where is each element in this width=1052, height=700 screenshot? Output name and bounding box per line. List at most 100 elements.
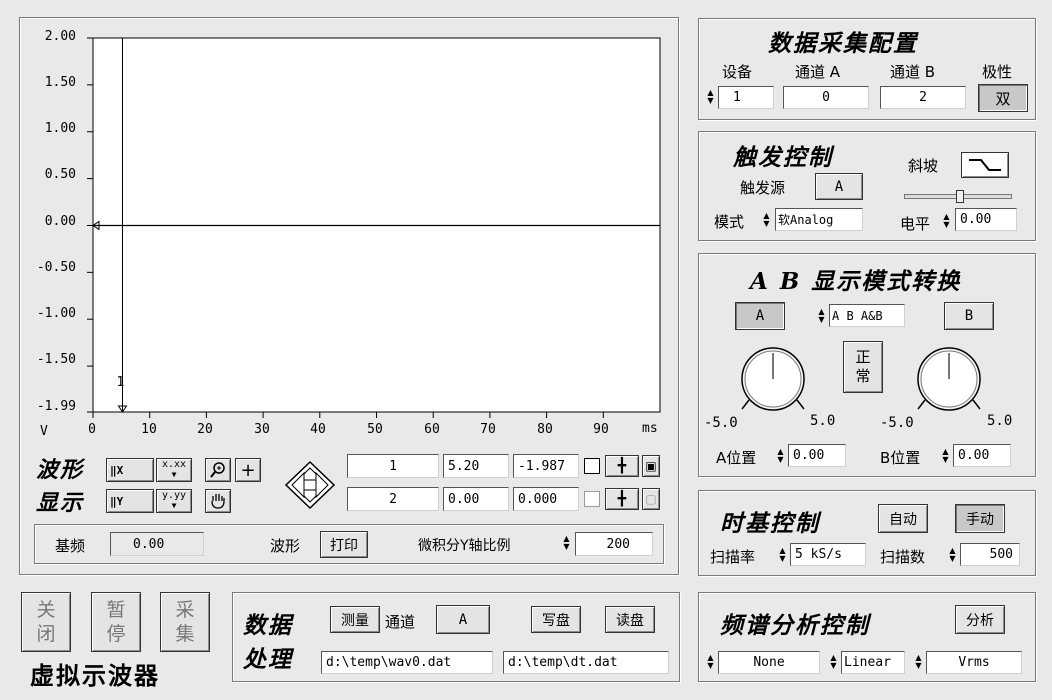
pan-button[interactable] xyxy=(205,489,231,513)
waveform-title-line2: 显示 xyxy=(36,490,85,516)
cursor-visible-checkbox[interactable] xyxy=(584,458,600,474)
ab-mode-spinner[interactable]: ▲ ▼ xyxy=(817,308,826,324)
zoom-button[interactable] xyxy=(205,458,231,482)
cursor-id-field[interactable]: 2 xyxy=(347,487,439,511)
slider-thumb[interactable] xyxy=(956,190,964,203)
trigger-level-slider[interactable] xyxy=(904,190,1012,204)
y-unit-label: V xyxy=(40,424,48,439)
chan-b-label: 通道 B xyxy=(890,63,936,81)
print-button[interactable]: 打印 xyxy=(320,531,368,558)
scale-type-spinner[interactable]: ▲ ▼ xyxy=(829,654,838,670)
wave-file-path[interactable]: d:\temp\wav0.dat xyxy=(321,651,493,674)
device-spinner[interactable]: ▲ ▼ xyxy=(706,89,715,105)
acq-config-title: 数据采集配置 xyxy=(768,30,918,57)
trigger-source-button[interactable]: A xyxy=(815,173,863,200)
scan-count-label: 扫描数 xyxy=(880,548,926,566)
cursor-label: 1 xyxy=(116,375,124,390)
mode-select[interactable]: 软Analog xyxy=(775,208,863,231)
collect-button[interactable]: 采 集 xyxy=(160,592,210,652)
cursor-lock-button[interactable]: ▣ xyxy=(642,455,660,477)
app-title: 虚拟示波器 xyxy=(30,662,160,690)
plus-icon: + xyxy=(240,459,256,481)
y-precision-select[interactable]: y.yy ▼ xyxy=(156,489,192,513)
scale-type-select[interactable]: Linear xyxy=(841,651,905,674)
falling-slope-icon xyxy=(969,159,1001,171)
channel-b-button[interactable]: B xyxy=(944,302,994,330)
cursor-y-field[interactable]: 0.000 xyxy=(513,487,579,511)
close-label-2: 闭 xyxy=(36,623,56,645)
a-position-knob[interactable] xyxy=(730,345,816,415)
device-input[interactable]: 1 xyxy=(718,86,774,109)
y-format-button[interactable]: ‖Y xyxy=(106,489,154,513)
x-precision-select[interactable]: x.xx ▼ xyxy=(156,458,192,482)
b-position-label: B位置 xyxy=(880,449,921,467)
scale-spinner[interactable]: ▲ ▼ xyxy=(562,535,571,551)
level-spinner[interactable]: ▲ ▼ xyxy=(942,213,951,229)
a-position-input[interactable]: 0.00 xyxy=(788,444,846,467)
analyze-button[interactable]: 分析 xyxy=(955,605,1005,634)
cursor-style-button[interactable]: ╋ xyxy=(605,488,639,510)
x-tick-label: 50 xyxy=(367,422,383,437)
chan-a-input[interactable]: 0 xyxy=(783,86,869,109)
b-position-spinner[interactable]: ▲ ▼ xyxy=(941,448,950,464)
mode-spinner[interactable]: ▲ ▼ xyxy=(762,212,771,228)
crosshair-button[interactable]: + xyxy=(235,458,261,482)
cursor-x-field[interactable]: 0.00 xyxy=(443,487,509,511)
pause-button[interactable]: 暂 停 xyxy=(91,592,141,652)
write-disk-button[interactable]: 写盘 xyxy=(531,606,581,633)
scan-rate-spinner[interactable]: ▲ ▼ xyxy=(778,547,787,563)
a-position-spinner[interactable]: ▲ ▼ xyxy=(776,448,785,464)
ab-mode-select[interactable]: A B A&B xyxy=(829,304,905,327)
waveform-plot[interactable]: 1 xyxy=(86,30,666,420)
scan-count-input[interactable]: 500 xyxy=(960,543,1020,566)
x-tick-label: 80 xyxy=(537,422,553,437)
b-position-input[interactable]: 0.00 xyxy=(953,444,1011,467)
waveform-title-line1: 波形 xyxy=(36,457,85,483)
timebase-title: 时基控制 xyxy=(720,510,820,537)
cursor-visible-checkbox[interactable] xyxy=(584,491,600,507)
auto-button[interactable]: 自动 xyxy=(878,504,928,533)
normal-button[interactable]: 正 常 xyxy=(843,341,883,393)
proc-channel-button[interactable]: A xyxy=(436,605,490,634)
read-disk-button[interactable]: 读盘 xyxy=(605,606,655,633)
scan-rate-input[interactable]: 5 kS/s xyxy=(790,543,866,566)
channel-a-button[interactable]: A xyxy=(735,302,785,330)
dropdown-icon: ▼ xyxy=(171,501,177,510)
cursor-style-button[interactable]: ╋ xyxy=(605,455,639,477)
cursor-lock-button[interactable]: ▢ xyxy=(642,488,660,510)
unit-spinner[interactable]: ▲ ▼ xyxy=(914,654,923,670)
x-precision-value: x.xx xyxy=(161,459,187,470)
x-tick-label: 70 xyxy=(480,422,496,437)
y-tick-label: 1.50 xyxy=(44,75,76,90)
window-select[interactable]: None xyxy=(718,651,820,674)
unlock-icon: ▢ xyxy=(645,492,657,506)
chan-b-input[interactable]: 2 xyxy=(880,86,966,109)
window-spinner[interactable]: ▲ ▼ xyxy=(706,654,715,670)
y-tick-label: -0.50 xyxy=(36,260,76,275)
collect-label-2: 集 xyxy=(175,623,195,645)
cursor-y-field[interactable]: -1.987 xyxy=(513,454,579,478)
a-knob-max: 5.0 xyxy=(810,413,836,429)
base-freq-label: 基频 xyxy=(55,537,86,555)
scale-input[interactable]: 200 xyxy=(575,532,653,556)
polarity-button[interactable]: 双 xyxy=(978,84,1028,112)
unit-select[interactable]: Vrms xyxy=(926,651,1022,674)
dt-file-path[interactable]: d:\temp\dt.dat xyxy=(503,651,669,674)
dropdown-icon: ▼ xyxy=(171,470,177,479)
cursor-move-pad[interactable] xyxy=(282,460,338,510)
slope-button[interactable] xyxy=(961,152,1009,178)
proc-channel-label: 通道 xyxy=(385,613,416,631)
pause-label-2: 停 xyxy=(106,623,126,645)
manual-button[interactable]: 手动 xyxy=(955,504,1005,533)
level-input[interactable]: 0.00 xyxy=(955,208,1017,231)
ab-mode-title: A B 显示模式转换 xyxy=(750,268,962,295)
waveform-print-label: 波形 xyxy=(270,537,301,555)
b-position-knob[interactable] xyxy=(906,345,992,415)
scan-count-spinner[interactable]: ▲ ▼ xyxy=(948,547,957,563)
cursor-x-field[interactable]: 5.20 xyxy=(443,454,509,478)
close-button[interactable]: 关 闭 xyxy=(21,592,71,652)
x-format-button[interactable]: ‖X xyxy=(106,458,154,482)
measure-button[interactable]: 测量 xyxy=(330,606,380,633)
x-tick-label: 0 xyxy=(88,422,96,437)
cursor-id-field[interactable]: 1 xyxy=(347,454,439,478)
